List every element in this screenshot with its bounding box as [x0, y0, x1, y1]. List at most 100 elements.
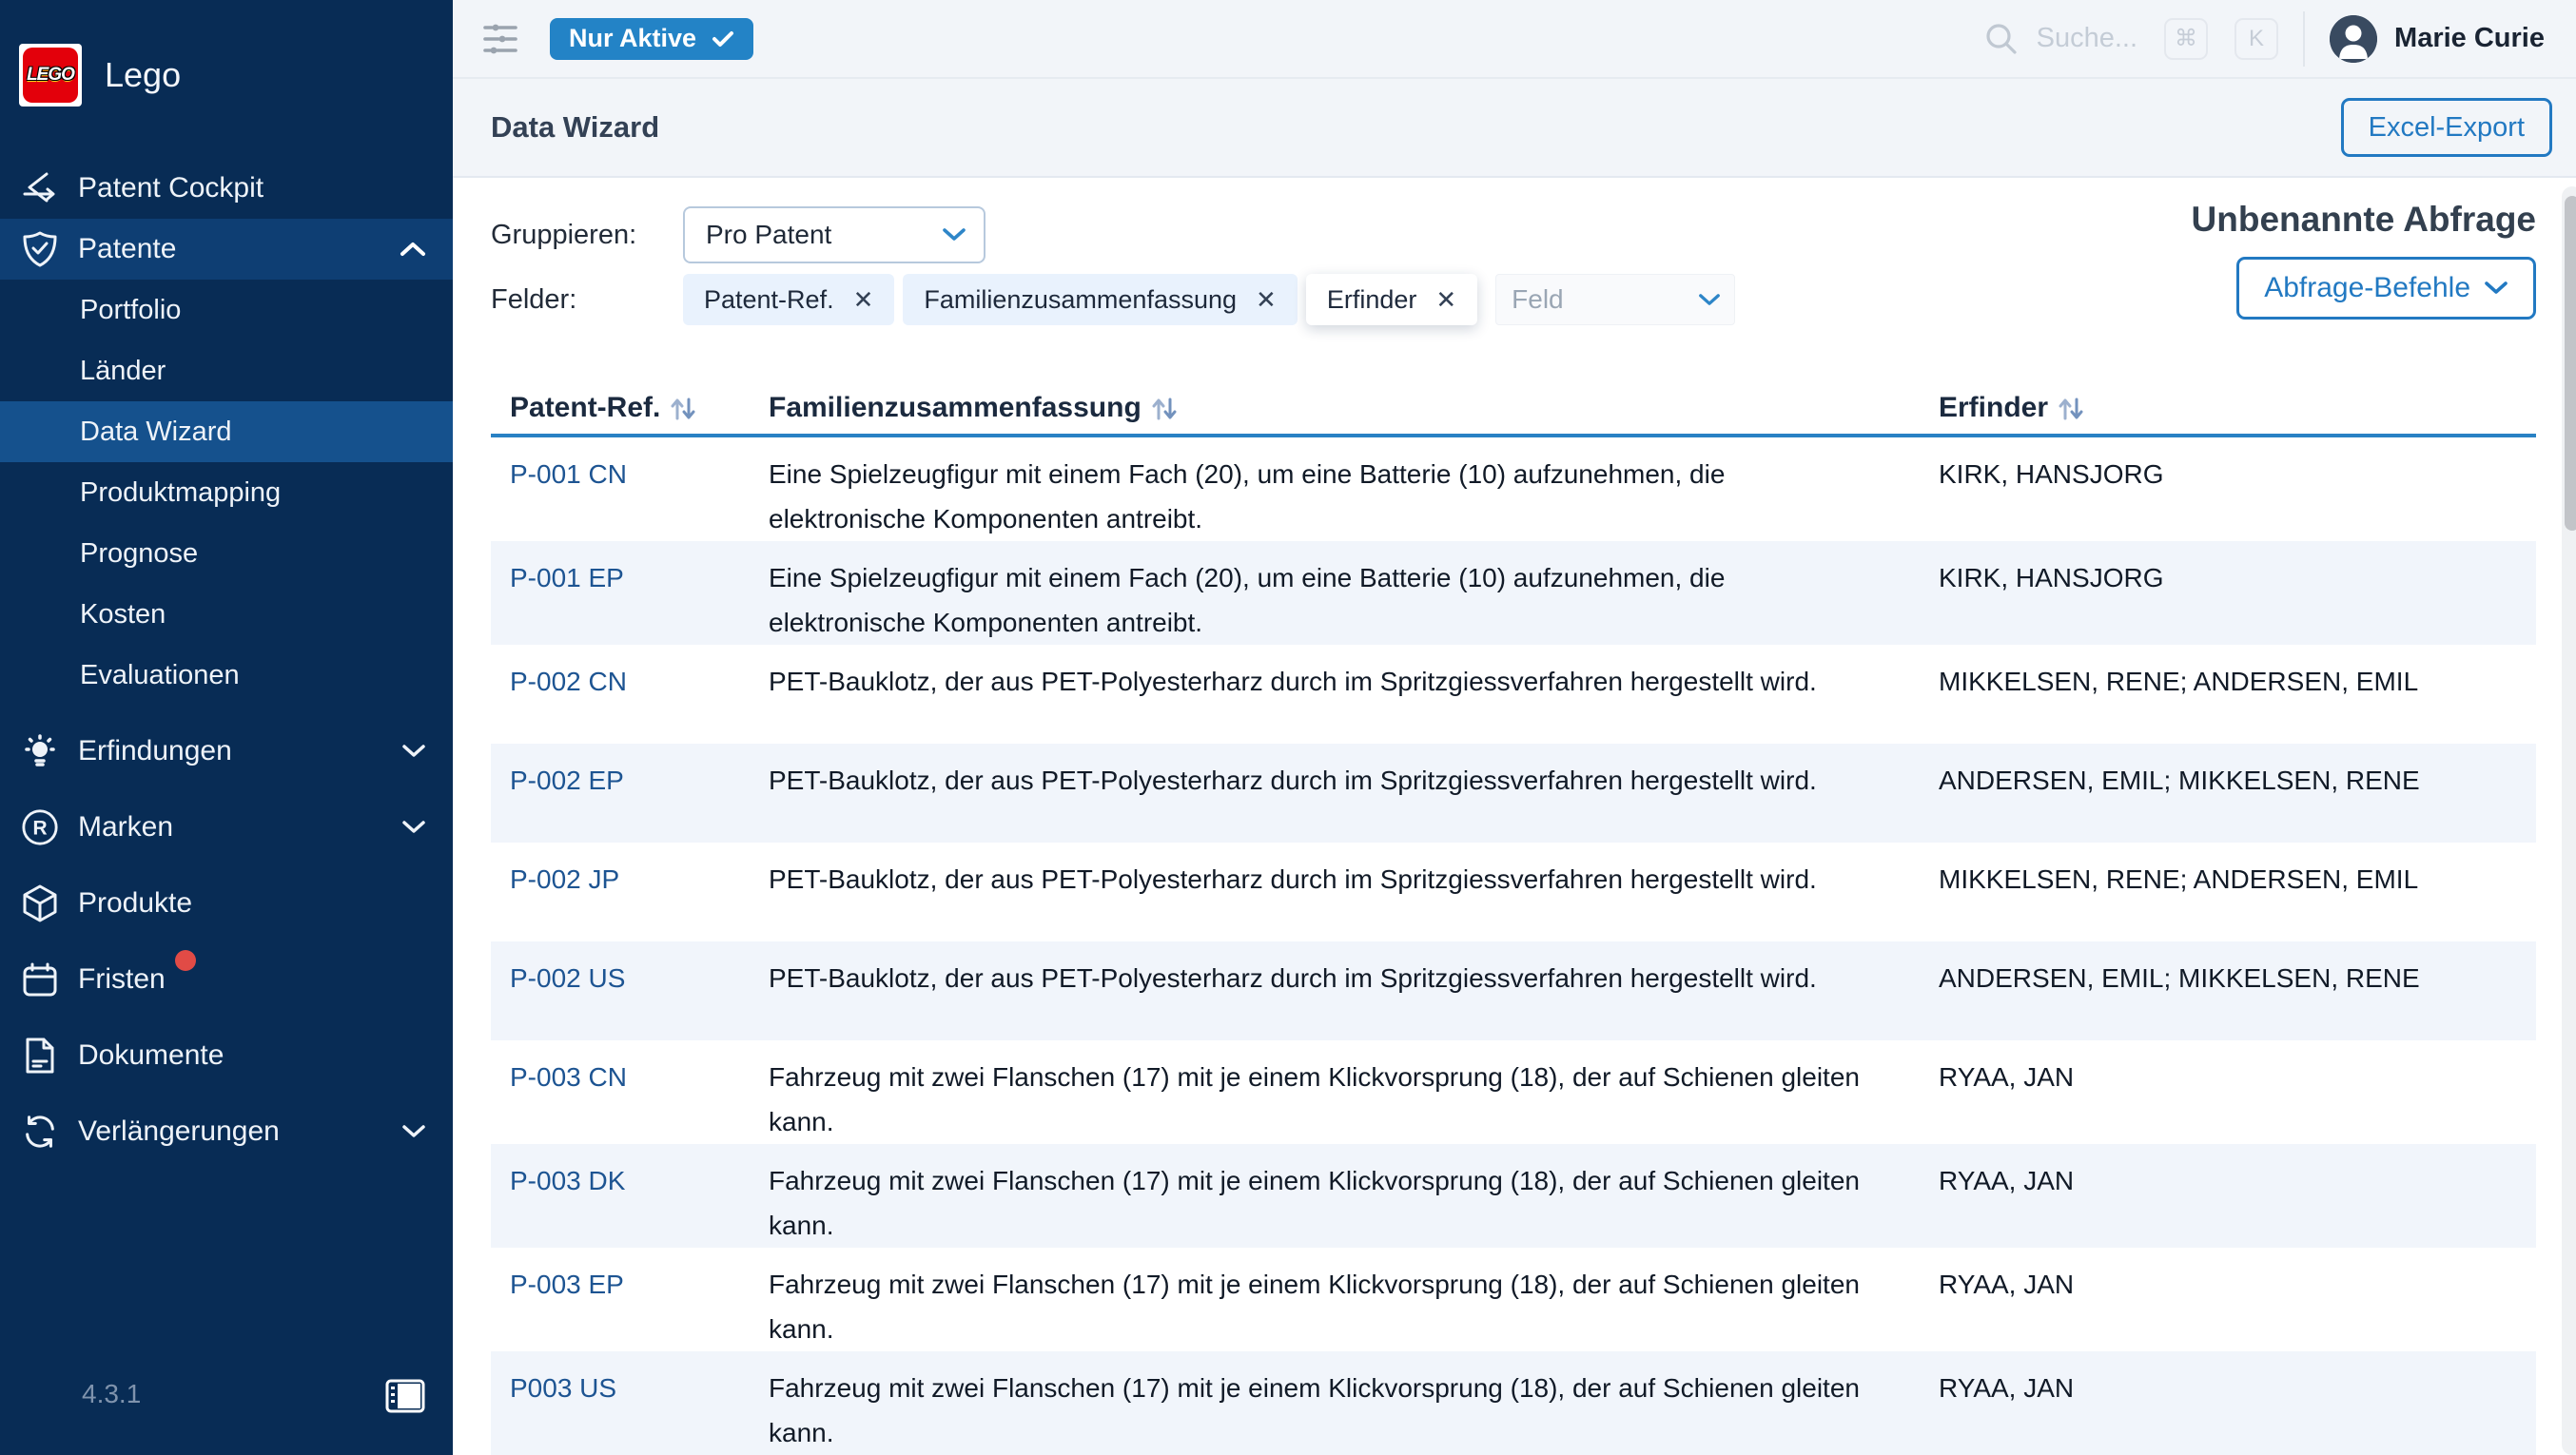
patent-ref-link[interactable]: P-001 CN	[491, 452, 769, 541]
sidebar-item-verlaengerungen[interactable]: Verlängerungen	[0, 1094, 453, 1170]
sidebar-item-label: Patente	[78, 233, 176, 265]
sidebar-item-produkte[interactable]: Produkte	[0, 865, 453, 941]
sidebar-item-label: Produkte	[78, 887, 192, 920]
excel-export-label: Excel-Export	[2369, 112, 2525, 144]
sidebar-item-patente[interactable]: Patente	[0, 219, 453, 280]
add-field-placeholder: Feld	[1512, 284, 1563, 315]
family-summary-cell: Fahrzeug mit zwei Flanschen (17) mit je …	[769, 1262, 1931, 1351]
calendar-icon	[21, 960, 59, 999]
topbar-divider	[2303, 11, 2305, 67]
sort-arrows-icon[interactable]	[670, 396, 696, 422]
search-placeholder: Suche...	[2037, 23, 2137, 54]
patent-ref-link[interactable]: P-002 JP	[491, 857, 769, 941]
chevron-down-icon	[401, 820, 426, 835]
family-summary-cell: PET-Bauklotz, der aus PET-Polyesterharz …	[769, 956, 1931, 1040]
sidebar: LEGO Lego Patent Cockpit	[0, 0, 453, 1455]
svg-text:R: R	[32, 818, 47, 840]
patent-ref-link[interactable]: P-002 EP	[491, 758, 769, 843]
global-search[interactable]: Suche... ⌘ K	[1983, 18, 2278, 60]
sidebar-item-laender[interactable]: Länder	[0, 340, 453, 401]
field-chips: Patent-Ref. ✕ Familienzusammenfassung ✕ …	[683, 274, 1735, 325]
chip-erfinder[interactable]: Erfinder ✕	[1306, 274, 1477, 325]
family-summary-cell: PET-Bauklotz, der aus PET-Polyesterharz …	[769, 758, 1931, 843]
app-version: 4.3.1	[82, 1379, 141, 1409]
lego-logo-text: LEGO	[27, 65, 74, 86]
query-block: Unbenannte Abfrage Abfrage-Befehle	[2192, 199, 2536, 320]
sidebar-item-label-wrap: Fristen	[78, 963, 166, 996]
sidebar-item-erfindungen[interactable]: Erfindungen	[0, 713, 453, 789]
chip-familienzusammenfassung[interactable]: Familienzusammenfassung ✕	[903, 274, 1297, 325]
scrollbar-thumb[interactable]	[2565, 196, 2576, 531]
table-row: P003 US Fahrzeug mit zwei Flanschen (17)…	[491, 1351, 2536, 1455]
chip-patent-ref[interactable]: Patent-Ref. ✕	[683, 274, 894, 325]
patent-ref-link[interactable]: P-003 EP	[491, 1262, 769, 1351]
table-row: P-003 EP Fahrzeug mit zwei Flanschen (17…	[491, 1248, 2536, 1351]
column-label: Erfinder	[1939, 392, 2048, 424]
sidebar-item-prognose[interactable]: Prognose	[0, 523, 453, 584]
x-icon[interactable]: ✕	[853, 285, 874, 315]
table-row: P-001 CN Eine Spielzeugfigur mit einem F…	[491, 437, 2536, 541]
sidebar-item-data-wizard[interactable]: Data Wizard	[0, 401, 453, 462]
column-label: Familienzusammenfassung	[769, 392, 1142, 424]
sidebar-item-marken[interactable]: R Marken	[0, 789, 453, 865]
x-icon[interactable]: ✕	[1435, 285, 1456, 315]
inventors-cell: RYAA, JAN	[1931, 1366, 2536, 1455]
sidebar-item-label: Fristen	[78, 963, 166, 995]
sidebar-item-fristen[interactable]: Fristen	[0, 941, 453, 1018]
patent-ref-link[interactable]: P-003 DK	[491, 1158, 769, 1248]
brand-label: Lego	[105, 55, 181, 95]
sidebar-item-produktmapping[interactable]: Produktmapping	[0, 462, 453, 523]
patent-ref-link[interactable]: P-001 EP	[491, 555, 769, 645]
shield-check-icon	[21, 230, 59, 268]
sidebar-item-kosten[interactable]: Kosten	[0, 584, 453, 645]
group-select[interactable]: Pro Patent	[683, 206, 986, 263]
inventors-cell: RYAA, JAN	[1931, 1158, 2536, 1248]
family-summary-cell: PET-Bauklotz, der aus PET-Polyesterharz …	[769, 659, 1931, 744]
sidebar-item-label: Erfindungen	[78, 735, 232, 767]
chip-label: Erfinder	[1327, 285, 1417, 315]
sort-arrows-icon[interactable]	[1151, 396, 1178, 422]
chevron-down-icon	[401, 744, 426, 759]
query-commands-button[interactable]: Abfrage-Befehle	[2236, 257, 2536, 320]
x-icon[interactable]: ✕	[1256, 285, 1277, 315]
patent-ref-link[interactable]: P-002 CN	[491, 659, 769, 744]
sidebar-item-label: Prognose	[80, 538, 198, 570]
sync-icon	[21, 1113, 59, 1151]
sidebar-item-label: Portfolio	[80, 295, 181, 326]
user-name[interactable]: Marie Curie	[2394, 23, 2545, 54]
k-key-icon: K	[2234, 18, 2278, 60]
sidebar-item-label: Data Wizard	[80, 417, 232, 448]
sidebar-item-evaluationen[interactable]: Evaluationen	[0, 645, 453, 706]
patent-ref-link[interactable]: P-002 US	[491, 956, 769, 1040]
fields-label: Felder:	[491, 284, 683, 316]
avatar[interactable]	[2330, 15, 2377, 63]
sidebar-item-dokumente[interactable]: Dokumente	[0, 1018, 453, 1094]
excel-export-button[interactable]: Excel-Export	[2341, 98, 2552, 157]
inventors-cell: ANDERSEN, EMIL; MIKKELSEN, RENE	[1931, 956, 2536, 1040]
sidebar-item-portfolio[interactable]: Portfolio	[0, 280, 453, 340]
column-header-erfinder: Erfinder	[1931, 392, 2536, 424]
sidebar-item-label: Dokumente	[78, 1039, 224, 1072]
column-header-familienzusammenfassung: Familienzusammenfassung	[769, 392, 1931, 424]
sidebar-item-label: Marken	[78, 811, 173, 844]
sliders-filter-icon[interactable]	[479, 18, 521, 60]
patent-ref-link[interactable]: P003 US	[491, 1366, 769, 1455]
patent-ref-link[interactable]: P-003 CN	[491, 1055, 769, 1144]
chip-label: Patent-Ref.	[704, 285, 834, 315]
panel-collapse-icon[interactable]	[384, 1375, 426, 1417]
sort-arrows-icon[interactable]	[2058, 396, 2084, 422]
sidebar-item-patent-cockpit[interactable]: Patent Cockpit	[0, 158, 453, 219]
family-summary-cell: Fahrzeug mit zwei Flanschen (17) mit je …	[769, 1158, 1931, 1248]
active-filter-badge[interactable]: Nur Aktive	[550, 18, 753, 60]
table-row: P-003 DK Fahrzeug mit zwei Flanschen (17…	[491, 1144, 2536, 1248]
sidebar-item-label: Kosten	[80, 599, 166, 630]
add-field-select[interactable]: Feld	[1495, 274, 1735, 325]
table-row: P-003 CN Fahrzeug mit zwei Flanschen (17…	[491, 1040, 2536, 1144]
sidebar-item-label: Verlängerungen	[78, 1116, 280, 1148]
scrollbar-track	[2562, 186, 2576, 1455]
cockpit-arrows-icon	[21, 169, 59, 207]
chevron-down-icon	[1698, 293, 1721, 307]
table-row: P-002 JP PET-Bauklotz, der aus PET-Polye…	[491, 843, 2536, 941]
family-summary-cell: PET-Bauklotz, der aus PET-Polyesterharz …	[769, 857, 1931, 941]
group-label: Gruppieren:	[491, 220, 683, 251]
